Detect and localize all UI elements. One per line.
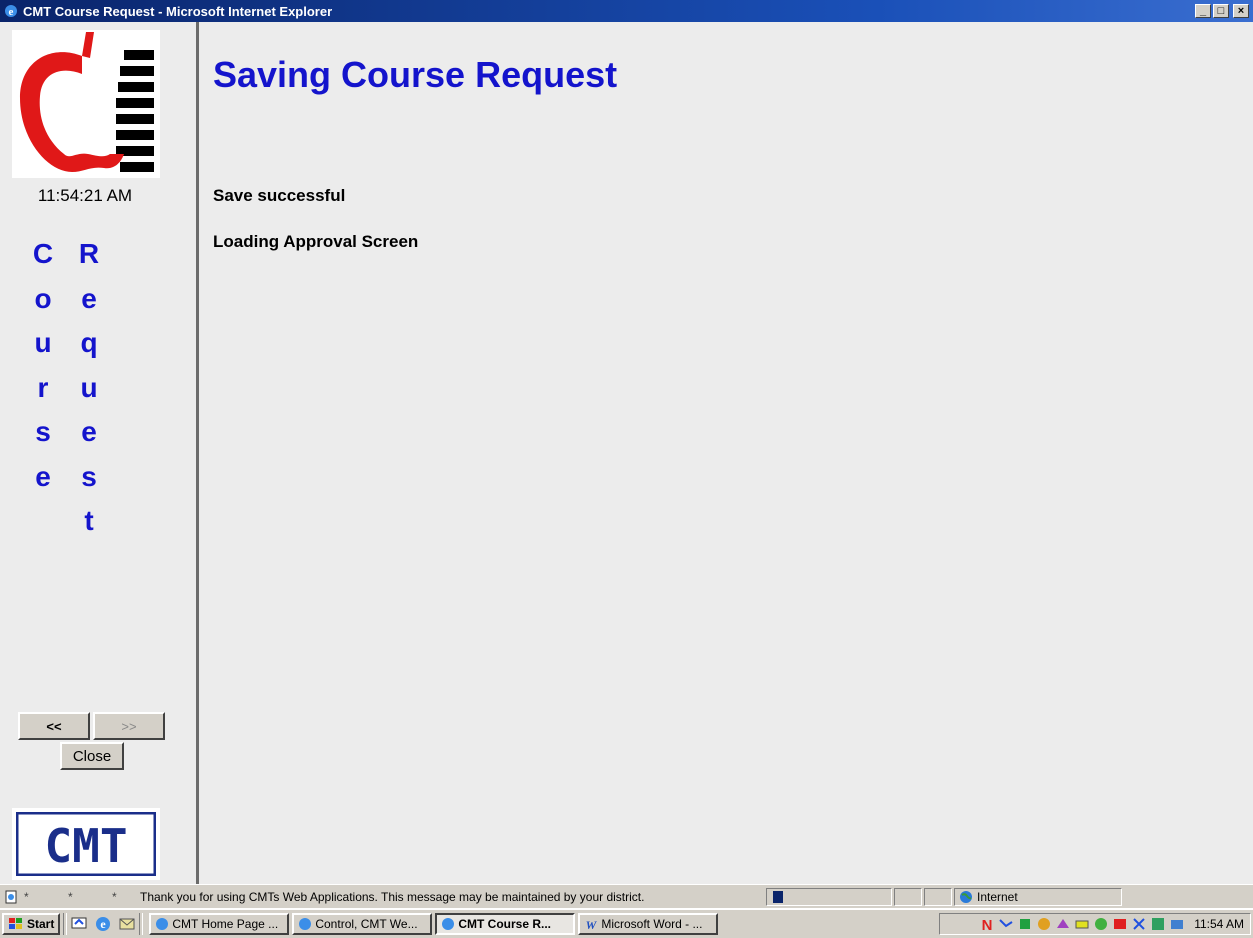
window-title: CMT Course Request - Microsoft Internet … [23, 3, 333, 19]
left-frame: 11:54:21 AM C o u r s e R e q u e s t <<… [0, 22, 199, 884]
taskbar-separator [139, 913, 144, 935]
request-letter: e [81, 282, 97, 314]
svg-text:W: W [586, 918, 598, 931]
ie-icon: e [5, 5, 17, 18]
request-letter: e [81, 416, 97, 447]
tray-app-icon[interactable] [1093, 916, 1109, 932]
taskbar-item-control[interactable]: Control, CMT We... [292, 913, 433, 935]
taskbar-item-label: CMT Home Page ... [172, 917, 279, 931]
quick-launch: e [70, 915, 136, 933]
network-icon[interactable] [998, 916, 1014, 932]
progress-panel [766, 887, 892, 906]
status-panel [924, 887, 952, 906]
cmt-logo-text: CMT [44, 819, 127, 873]
status-bar: * * * Thank you for using CMTs Web Appli… [0, 884, 1253, 908]
nav-buttons: << >> [18, 712, 165, 740]
next-button[interactable]: >> [93, 712, 165, 740]
start-button[interactable]: Start [2, 913, 61, 935]
ie-icon [299, 918, 312, 930]
tray-app-icon[interactable] [1150, 916, 1166, 932]
previous-button[interactable]: << [18, 712, 90, 740]
tray-app-icon[interactable] [1055, 916, 1071, 932]
tray-app-icon[interactable] [1036, 916, 1052, 932]
page-title: Saving Course Request [213, 54, 618, 95]
minimize-button[interactable]: _ [1195, 4, 1211, 18]
status-message-loading: Loading Approval Screen [213, 232, 419, 251]
ie-icon[interactable]: e [94, 915, 112, 933]
status-message: Thank you for using CMTs Web Application… [140, 889, 645, 904]
vertical-word-request: R e q u e s t [74, 232, 104, 544]
zone-label: Internet [977, 889, 1018, 904]
taskbar-item-word[interactable]: W Microsoft Word - ... [578, 913, 719, 935]
windows-flag-icon [9, 918, 22, 929]
desktop-icon[interactable] [70, 915, 88, 933]
status-message-save: Save successful [213, 186, 346, 205]
tray-app-icon[interactable] [1112, 916, 1128, 932]
norton-icon[interactable]: N [979, 916, 995, 932]
word-icon: W [586, 918, 598, 931]
request-letter: u [80, 371, 98, 403]
course-letter: s [35, 416, 51, 447]
zone-panel: Internet [954, 887, 1122, 906]
cmt-logo-icon: CMT [16, 812, 156, 876]
start-label: Start [27, 917, 55, 931]
taskbar-item-label: Control, CMT We... [315, 917, 418, 931]
cmt-logo: CMT [12, 808, 160, 880]
close-window-button[interactable]: × [1233, 4, 1249, 18]
ie-icon [156, 918, 169, 930]
window-title-bar[interactable]: e CMT Course Request - Microsoft Interne… [0, 0, 1253, 22]
status-stars: * * * [24, 889, 135, 904]
ie-icon [442, 918, 455, 930]
clock-display: 11:54:21 AM [37, 186, 133, 205]
taskbar-item-label: Microsoft Word - ... [601, 917, 703, 931]
tray-app-icon[interactable] [1131, 916, 1147, 932]
svg-text:N: N [982, 917, 993, 932]
tray-app-icon[interactable] [1074, 916, 1090, 932]
course-letter: r [37, 371, 49, 403]
globe-icon [960, 890, 972, 903]
main-frame: Saving Course Request Save successful Lo… [199, 22, 1253, 884]
request-letter: t [84, 505, 94, 536]
svg-text:e: e [101, 917, 107, 931]
status-panel [894, 887, 922, 906]
page-icon [5, 890, 17, 903]
request-letter: s [81, 460, 97, 492]
taskbar-item-label: CMT Course R... [458, 917, 552, 931]
system-tray: N 11:54 AM [939, 913, 1251, 935]
vertical-word-course: C o u r s e [28, 232, 58, 499]
course-letter: u [34, 327, 52, 358]
course-letter: C [32, 238, 54, 269]
request-letter: q [80, 327, 98, 358]
tray-clock: 11:54 AM [1194, 917, 1244, 931]
course-letter: e [35, 460, 51, 492]
apple-logo-icon [12, 30, 160, 178]
tray-app-icon[interactable] [1017, 916, 1033, 932]
tray-app-icon[interactable] [1169, 916, 1185, 932]
close-button[interactable]: Close [60, 742, 124, 770]
taskbar: Start e CMT Home Page ... Control, CMT W… [0, 908, 1253, 938]
course-letter: o [34, 282, 52, 314]
taskbar-separator [63, 913, 68, 935]
taskbar-item-cmt-home[interactable]: CMT Home Page ... [149, 913, 290, 935]
outlook-icon[interactable] [118, 915, 136, 933]
progress-indicator [773, 890, 783, 903]
svg-text:e: e [9, 6, 14, 18]
maximize-button[interactable]: □ [1213, 4, 1229, 18]
request-letter: R [78, 238, 100, 269]
taskbar-item-course-request[interactable]: CMT Course R... [435, 913, 576, 935]
